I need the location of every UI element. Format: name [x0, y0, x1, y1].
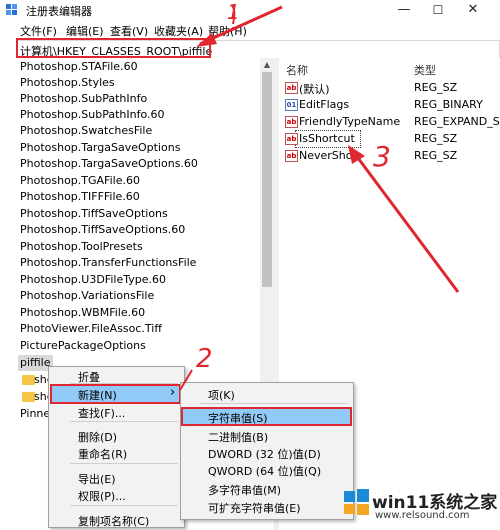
windows-logo-icon — [344, 489, 369, 515]
annotation-number-2: 2 — [196, 344, 213, 374]
annotation-number-3: 3 — [373, 140, 391, 173]
annotation-number-1: 1 — [227, 0, 240, 24]
annotation-2-pointer — [179, 369, 193, 391]
arrow-line-3 — [350, 149, 460, 293]
annotation-arrows — [179, 4, 460, 391]
arrow-head-1 — [196, 33, 217, 47]
arrow-head-3 — [348, 145, 365, 164]
watermark-url: www.relsound.com — [375, 510, 470, 521]
